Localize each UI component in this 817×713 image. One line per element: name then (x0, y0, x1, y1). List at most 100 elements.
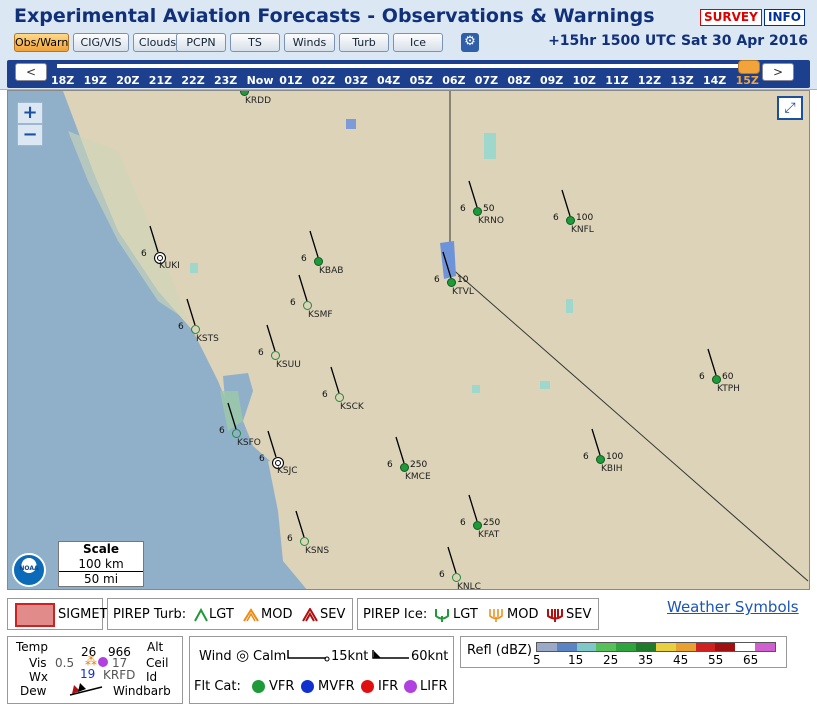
timeline-slider-handle[interactable] (738, 60, 760, 74)
timeline-tick[interactable]: 08Z (507, 74, 530, 87)
sigmet-legend: SIGMET (7, 598, 108, 630)
legend-vis: Vis (29, 656, 47, 670)
turb-lgt-label: LGT (209, 607, 234, 622)
timeline-tick[interactable]: 01Z (279, 74, 302, 87)
timeline-tick[interactable]: 14Z (703, 74, 726, 87)
windbarb-icon (69, 683, 103, 696)
station-id: KSMF (308, 310, 333, 320)
wind-barb-icon (266, 324, 276, 352)
timeline-tick[interactable]: 15Z (736, 74, 759, 87)
timeline-tick[interactable]: 18Z (51, 74, 74, 87)
timeline-tick[interactable]: 07Z (475, 74, 498, 87)
station-id: KFAT (478, 530, 500, 540)
next-time-button[interactable]: > (762, 63, 794, 81)
timeline-tick[interactable]: 03Z (344, 74, 367, 87)
expand-icon[interactable]: ⤢ (777, 96, 803, 120)
pirep-turb-legend: PIREP Turb: LGT MOD SEV (107, 598, 353, 630)
zoom-out-button[interactable]: − (17, 124, 43, 146)
calm-icon: ◎ (236, 646, 250, 664)
timeline-tick[interactable]: 20Z (116, 74, 139, 87)
timeline-bar: < > 18Z 19Z 20Z 21Z 22Z 23Z Now 01Z 02Z 03Z 04Z 05Z… (7, 60, 810, 88)
page-title: Experimental Aviation Forecasts - Observ… (14, 5, 655, 27)
prev-time-button[interactable]: < (15, 63, 47, 81)
weather-symbols-link[interactable]: Weather Symbols (667, 598, 799, 616)
wind-barb-icon (591, 428, 601, 456)
forecast-datetime: +15hr 1500 UTC Sat 30 Apr 2016 (548, 33, 808, 49)
wind-barb-icon (330, 366, 340, 394)
scale-km: 100 km (59, 557, 143, 572)
wind-barb-icon (468, 494, 478, 522)
app: Experimental Aviation Forecasts - Observ… (0, 0, 817, 713)
station-id: KSUU (276, 360, 301, 370)
station-id: KBIH (601, 464, 623, 474)
legend-windbarb: Windbarb (113, 684, 171, 698)
legend-id-val: KRFD (103, 668, 136, 682)
station-id: KSNS (305, 546, 330, 556)
timeline-tick[interactable]: 21Z (149, 74, 172, 87)
timeline-tick[interactable]: 05Z (410, 74, 433, 87)
tab-ice[interactable]: Ice (393, 33, 443, 52)
tab-obs-warn[interactable]: Obs/Warn (14, 33, 69, 52)
station-id: KBAB (319, 266, 344, 276)
tab-clouds[interactable]: Clouds (133, 33, 182, 52)
legend-vis-val: 0.5 (55, 656, 75, 670)
wind-barb-icon (227, 402, 237, 430)
wind-barb-icon (395, 436, 405, 464)
timeline-tick[interactable]: Now (247, 74, 274, 87)
timeline-tick[interactable]: 11Z (605, 74, 628, 87)
vfr-label: VFR (269, 679, 295, 694)
ifr-dot (361, 680, 374, 693)
station-id: KNFL (571, 225, 594, 235)
turb-sev-icon (302, 608, 318, 622)
refl-label: Refl (dBZ) (467, 643, 532, 658)
mvfr-label: MVFR (318, 679, 355, 694)
survey-link[interactable]: SURVEY (700, 9, 762, 26)
refl-tick: 5 (533, 653, 541, 667)
wind-fltcat-legend: Wind ◎ Calm 15knt 60knt Flt Cat: VFR MVF… (189, 636, 454, 704)
timeline-tick[interactable]: 13Z (670, 74, 693, 87)
15knt-label: 15knt (331, 649, 369, 664)
timeline-tick[interactable]: 04Z (377, 74, 400, 87)
turb-lgt-icon (194, 608, 208, 622)
refl-colorbar (536, 642, 776, 652)
timeline-tick[interactable]: 09Z (540, 74, 563, 87)
timeline-tick[interactable]: 06Z (442, 74, 465, 87)
tab-winds[interactable]: Winds (284, 33, 335, 52)
wind-barb-icon (267, 430, 277, 458)
legend-wx: Wx (29, 670, 48, 684)
tab-ts[interactable]: TS (230, 33, 280, 52)
timeline-track[interactable] (57, 64, 757, 68)
pirep-ice-legend: PIREP Ice: LGT MOD SEV (357, 598, 599, 630)
ice-lgt-label: LGT (453, 607, 478, 622)
legend-dew-val: 19 (80, 667, 96, 681)
scale-mi: 50 mi (83, 572, 119, 586)
station-id: KTVL (452, 287, 474, 297)
noaa-logo[interactable]: NOAA (12, 553, 46, 587)
timeline-tick[interactable]: 22Z (181, 74, 204, 87)
tab-cig-vis[interactable]: CIG/VIS (73, 33, 129, 52)
timeline-tick[interactable]: 10Z (573, 74, 596, 87)
wind-15knt-icon (287, 650, 330, 662)
station-id: KTPH (717, 384, 740, 394)
timeline-tick[interactable]: 02Z (312, 74, 335, 87)
ice-sev-label: SEV (566, 607, 592, 622)
sigmet-label: SIGMET (58, 607, 108, 622)
timeline-tick[interactable]: 23Z (214, 74, 237, 87)
ice-sev-icon (547, 609, 563, 622)
mvfr-dot (301, 680, 314, 693)
flt-cat-label: Flt Cat: (194, 679, 241, 694)
tab-pcpn[interactable]: PCPN (176, 33, 226, 52)
gear-icon[interactable]: ⚙ (461, 33, 479, 52)
wx-symbol-icon: ⁂ (85, 654, 97, 668)
turb-mod-icon (243, 608, 259, 622)
zoom-in-button[interactable]: + (17, 102, 43, 124)
turb-sev-label: SEV (320, 607, 346, 622)
timeline-tick[interactable]: 19Z (84, 74, 107, 87)
map-basemap (8, 91, 809, 589)
refl-legend: Refl (dBZ) 5 15 25 35 45 55 65 (460, 636, 787, 668)
legend-temp: Temp (16, 640, 48, 654)
timeline-tick[interactable]: 12Z (638, 74, 661, 87)
info-link[interactable]: INFO (764, 9, 805, 26)
tab-turb[interactable]: Turb (339, 33, 389, 52)
map-view[interactable]: + − ⤢ KRDD 6 KUKI 6 KBAB 6 KSMF 6 KSTS 6 KSUU 6 KSCK… (7, 90, 810, 590)
